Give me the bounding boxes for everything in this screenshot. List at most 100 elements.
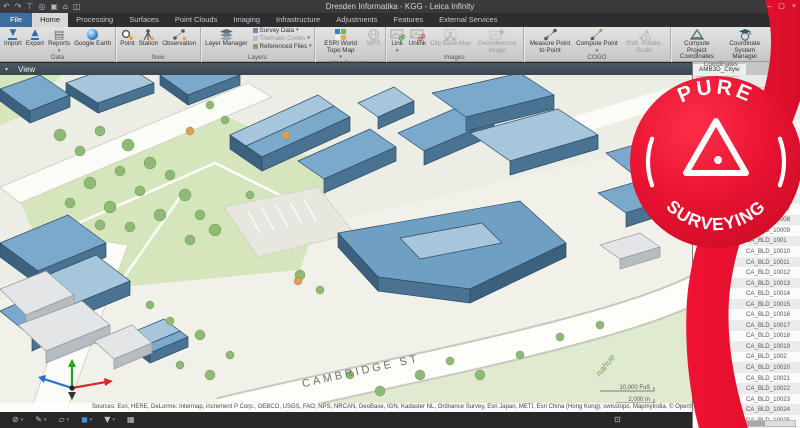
close-button[interactable]: × [792,0,796,13]
google-earth-button[interactable]: Google Earth [72,27,113,48]
table-row[interactable]: 2013 CA_BLD_1000 [693,120,800,131]
year-cell: 2013 [693,364,746,371]
year-cell: 2013 [693,90,746,97]
building-id-cell: CA_BLD_10019 [746,343,790,350]
table-row[interactable]: 2013 CA_BLD_10013 [693,278,800,289]
table-row[interactable]: 2013 CA_BLD_10023 [693,394,800,405]
filter-funnel-icon[interactable] [728,78,735,85]
table-row[interactable]: 2013 CA_BLD_10022 [693,383,800,394]
minimize-button[interactable]: – [767,0,771,13]
year-cell: 2013 [693,227,746,234]
table-row[interactable]: 2013 CA_BLD_10 [693,99,800,110]
survey-data-menu[interactable]: Survey Data ▾ [253,27,312,34]
compute-point-button[interactable]: Compute Point ▾ [574,27,620,54]
draw-tool[interactable]: ✎▾ [35,412,46,428]
table-row[interactable]: 2013 CA_BLD_10006 [693,193,800,204]
year-cell: 2013 [693,132,746,139]
column-filter-input[interactable] [725,76,738,87]
building-id-cell: CA_BLD_10007 [746,206,790,213]
table-row[interactable]: 2013 CA_BLD_1002 [693,352,800,363]
export-button[interactable]: ▲ Export [24,27,46,48]
measure-point-to-point-button[interactable]: Measure Point to Point [526,27,574,54]
tab-home[interactable]: Home [32,13,68,27]
building-table[interactable]: 2013 CA_BLD_1 2013 CA_BLD_10 2013 CA_BLD… [693,88,800,428]
building-id-cell: CA_BLD_10020 [746,364,790,371]
tab-external-services[interactable]: External Services [431,13,505,27]
map-canvas[interactable]: CAMBRIDGE ST nahue 10,000 Fuß 2,000 m [0,75,692,412]
dropdown-arrow-icon: ▾ [112,417,115,423]
window-controls: – ▢ × [767,0,796,13]
table-row[interactable]: 2013 CA_BLD_10003 [693,162,800,173]
import-button[interactable]: ▼ Import [2,27,24,48]
table-row[interactable]: 2013 CA_BLD_10002 [693,151,800,162]
table-row[interactable]: 2013 CA_BLD_1 [693,88,800,99]
table-row[interactable]: 2013 CA_BLD_10007 [693,204,800,215]
view-3d-toggle[interactable]: ◼▾ [81,412,92,428]
selection-filter-tool[interactable]: ⊘▾ [12,412,23,428]
clip-base-map-icon [443,28,458,41]
filter-funnel-icon[interactable] [712,78,719,85]
table-row[interactable]: 2013 CA_BLD_10010 [693,246,800,257]
new-point-button[interactable]: Point [118,27,136,48]
wfs-button[interactable]: WFS [365,27,383,48]
tab-processing[interactable]: Processing [68,13,121,27]
table-row[interactable]: 2013 CA_BLD_10021 [693,373,800,384]
table-row[interactable]: 2013 CA_BLD_10020 [693,362,800,373]
table-row[interactable]: 2013 CA_BLD_10011 [693,257,800,268]
tab-infrastructure[interactable]: Infrastructure [268,13,328,27]
tab-adjustments[interactable]: Adjustments [328,13,385,27]
reports-button[interactable]: ▤ Reports ▾ [46,27,72,54]
tab-features[interactable]: Features [386,13,432,27]
ribbon-tab-bar: File Home Processing Surfaces Point Clou… [0,13,800,27]
group-label-images: Images [388,54,521,62]
table-row[interactable]: 2013 CA_BLD_10009 [693,225,800,236]
filter-tool[interactable]: ▼▾ [104,412,115,428]
tab-surfaces[interactable]: Surfaces [121,13,167,27]
table-row[interactable]: 2013 CA_BLD_10000 [693,130,800,141]
table-row[interactable]: 2013 CA_BLD_10005 [693,183,800,194]
table-row[interactable]: 2013 CA_BLD_10024 [693,404,800,415]
clip-base-map-button[interactable]: Clip Base Map [428,27,473,48]
link-image-button[interactable]: Link ▾ [388,27,407,54]
maximize-button[interactable]: ▢ [778,0,785,13]
referenced-files-menu[interactable]: Referenced Files ▾ [253,43,312,50]
window-mark[interactable]: ⊡ [614,412,621,428]
tab-file[interactable]: File [0,13,32,27]
new-station-button[interactable]: Station [137,27,161,48]
unlink-image-button[interactable]: Unlink [407,27,429,48]
table-row[interactable]: 2013 CA_BLD_10004 [693,172,800,183]
stamp-tool[interactable]: ▱▾ [58,412,69,428]
table-row[interactable]: 2013 CA_BLD_10016 [693,309,800,320]
table-row[interactable]: 2013 CA_BLD_10012 [693,267,800,278]
ribbon-group-images: Link ▾ Unlink Clip Base Map Georeference… [386,27,524,62]
coordinate-system-manager-button[interactable]: Coordinate System Manager [721,27,769,61]
table-row[interactable]: 2013 CA_BLD_10017 [693,320,800,331]
thematic-codes-menu[interactable]: Thematic Codes ▾ [253,35,312,42]
wfs-globe-icon [367,28,380,41]
column-filter-input[interactable]: g_id [696,76,722,87]
tab-point-clouds[interactable]: Point Clouds [167,13,226,27]
shift-rotate-scale-button[interactable]: Shift, Rotate, Scale [620,27,668,54]
map-3d-view[interactable]: CAMBRIDGE ST nahue 10,000 Fuß 2,000 m So… [0,75,692,412]
tab-imaging[interactable]: Imaging [225,13,268,27]
table-row[interactable]: 2013 CA_BLD_10001 [693,141,800,152]
collapse-arrow-icon[interactable]: ▾ [5,66,8,73]
table-row[interactable]: 2013 CA_BLD_100 [693,109,800,120]
table-row[interactable]: 2013 CA_BLD_10019 [693,341,800,352]
table-row[interactable]: 2013 CA_BLD_10014 [693,288,800,299]
esri-world-topo-map-button[interactable]: ESRI World Topo Map ▾ [317,27,365,60]
layer-manager-button[interactable]: Layer Manager [203,27,249,48]
horizontal-scrollbar[interactable] [738,420,796,427]
table-row[interactable]: 2013 CA_BLD_10008 [693,215,800,226]
selection-filter-icon: ⊘ [12,412,19,428]
grid-view-toggle[interactable]: ▦ [127,412,135,428]
group-label-data: Data [2,54,113,62]
table-row[interactable]: 2013 CA_BLD_10015 [693,299,800,310]
table-row[interactable]: 2013 CA_BLD_1001 [693,236,800,247]
new-observation-button[interactable]: Observation [160,27,198,48]
georeference-image-button[interactable]: Georeference Image [473,27,521,54]
table-row[interactable]: 2013 CA_BLD_10018 [693,331,800,342]
year-cell: 2013 [693,100,746,107]
scrollbar-thumb[interactable] [739,421,765,426]
compute-project-coordinates-button[interactable]: Compute Project Coordinates [673,27,721,61]
